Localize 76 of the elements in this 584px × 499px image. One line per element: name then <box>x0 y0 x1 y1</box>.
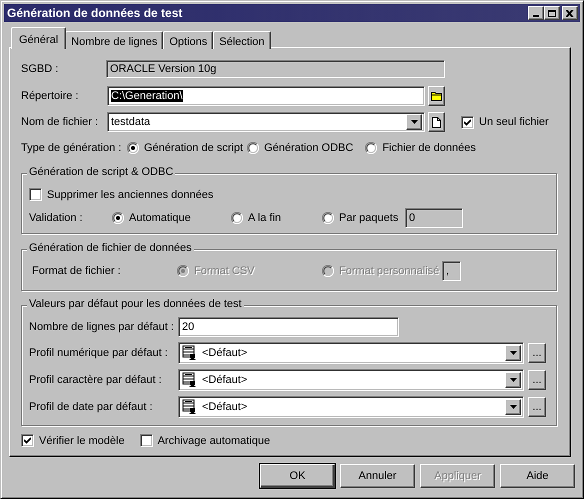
dropdown-field[interactable]: testdata <box>107 112 425 132</box>
caret-icon <box>410 120 418 124</box>
field-label: SGBD : <box>21 63 58 75</box>
radio-label: Format CSV <box>194 265 255 277</box>
browse-button[interactable]: ... <box>528 397 546 417</box>
radio-label: Génération de script <box>144 142 244 154</box>
tab[interactable]: Options <box>163 31 214 49</box>
checkbox-label: Archivage automatique <box>158 434 270 446</box>
browse-button[interactable]: ... <box>528 343 546 363</box>
field-label: Validation : <box>29 212 83 224</box>
field-label: Profil numérique par défaut : <box>29 347 168 359</box>
tab[interactable]: Nombre de lignes <box>65 31 164 49</box>
checkbox[interactable] <box>140 434 153 447</box>
text-field[interactable]: 0 <box>405 208 463 228</box>
field-label: Type de génération : <box>21 142 122 154</box>
radio-label: A la fin <box>248 212 282 224</box>
list-icon <box>182 372 198 388</box>
radio-label: Format personnalisé <box>339 265 440 277</box>
field-label: Nombre de lignes par défaut : <box>29 321 174 333</box>
caret-icon <box>510 351 516 355</box>
list-icon <box>182 345 198 361</box>
ok-button[interactable]: OK <box>260 464 335 488</box>
checkmark-icon <box>24 437 31 444</box>
checkbox-label: Vérifier le modèle <box>39 434 125 446</box>
radio-button[interactable] <box>247 142 260 154</box>
text-field[interactable]: ORACLE Version 10g <box>106 60 445 78</box>
checkbox[interactable] <box>29 188 42 201</box>
group-title: Valeurs par défaut pour les données de test <box>27 298 244 310</box>
checkbox[interactable] <box>21 434 34 447</box>
checkbox-label: Supprimer les anciennes données <box>47 188 214 200</box>
dropdown-field[interactable]: <Défaut> <box>178 396 524 418</box>
dropdown-field[interactable]: <Défaut> <box>178 342 524 364</box>
radio-button[interactable] <box>322 212 334 224</box>
new-file-button[interactable] <box>428 112 445 132</box>
field-label: Profil de date par défaut : <box>29 401 153 413</box>
radio-label: Par paquets <box>339 212 398 224</box>
dropdown-button[interactable] <box>505 399 521 415</box>
checkbox[interactable] <box>461 116 474 128</box>
maximize-button[interactable] <box>544 6 560 20</box>
list-icon <box>182 399 198 415</box>
caret-icon <box>510 378 516 382</box>
field-label: Profil caractère par défaut : <box>29 374 162 386</box>
dropdown-button[interactable] <box>505 345 521 361</box>
group-title: Génération de script & ODBC <box>27 166 176 178</box>
help-button[interactable]: Aide <box>500 464 575 488</box>
folder-icon <box>430 91 442 101</box>
dropdown-button[interactable] <box>406 114 422 130</box>
radio-button[interactable] <box>127 142 139 154</box>
cancel-button[interactable]: Annuler <box>340 464 415 488</box>
close-icon <box>566 10 574 16</box>
radio-button[interactable] <box>231 212 243 224</box>
window-title: Génération de données de test <box>7 6 184 20</box>
close-button[interactable] <box>562 6 578 20</box>
browse-button[interactable]: ... <box>528 370 546 390</box>
radio-label: Fichier de données <box>382 142 476 154</box>
tab[interactable]: Général <box>11 27 66 49</box>
dropdown-field[interactable]: <Défaut> <box>178 369 524 391</box>
checkbox-label: Un seul fichier <box>479 116 549 128</box>
field-label: Format de fichier : <box>32 265 121 277</box>
checkmark-icon <box>464 118 471 126</box>
field-label: Répertoire : <box>21 90 78 102</box>
group-title: Génération de fichier de données <box>27 242 194 254</box>
radio-label: Génération ODBC <box>264 142 354 154</box>
document-icon <box>432 116 441 128</box>
caret-icon <box>510 405 516 409</box>
maximize-icon <box>548 10 556 16</box>
dropdown-button[interactable] <box>505 372 521 388</box>
text-field[interactable]: 20 <box>178 317 399 337</box>
field-label: Nom de fichier : <box>21 116 98 128</box>
tab[interactable]: Sélection <box>213 31 271 49</box>
radio-button[interactable] <box>365 142 378 154</box>
minimize-button[interactable] <box>528 6 544 20</box>
radio-label: Automatique <box>129 212 191 224</box>
browse-folder-button[interactable] <box>428 86 445 106</box>
radio-button[interactable] <box>112 212 124 224</box>
text-field[interactable]: C:\Generation\ <box>107 86 425 106</box>
